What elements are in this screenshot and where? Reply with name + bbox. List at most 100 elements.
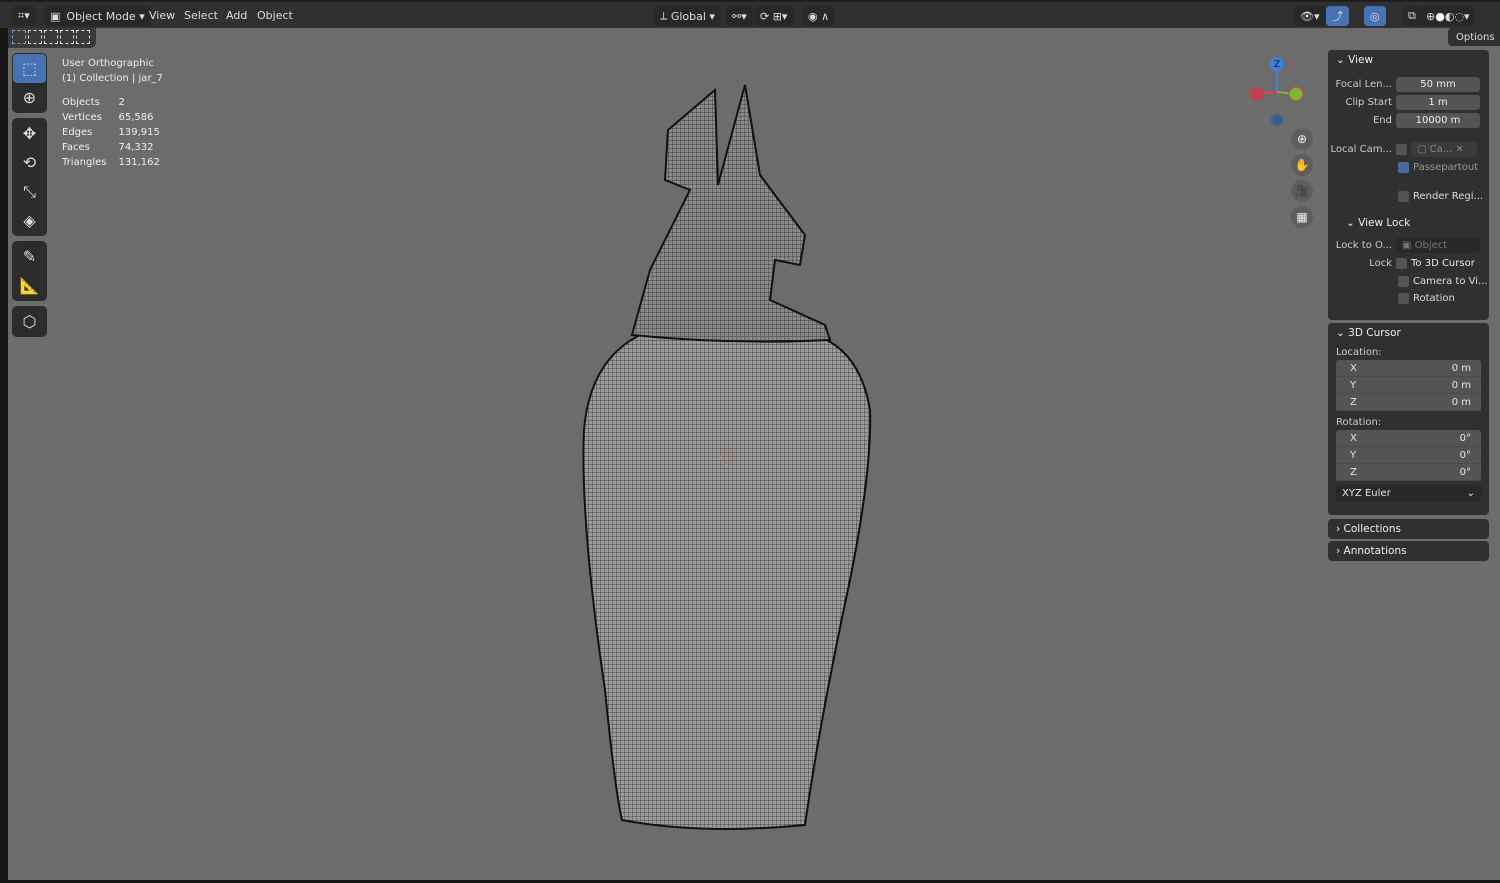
render-region-checkbox[interactable] [1398, 191, 1409, 202]
panel-title: Annotations [1343, 545, 1407, 557]
camera-view-icon[interactable]: 🎥 [1291, 180, 1313, 202]
rotation-x-field[interactable]: X 0° [1336, 430, 1481, 447]
add-cube-tool[interactable]: ⬡ [13, 307, 46, 336]
annotate-tool[interactable]: ✎ [13, 242, 46, 271]
cursor-tool[interactable]: ⊕ [13, 83, 46, 112]
xray-toggle[interactable]: ⧉ [1402, 6, 1422, 26]
overlay-toggle[interactable]: ◎ [1364, 6, 1386, 26]
stat-label: Triangles [62, 157, 107, 168]
pan-hand-icon[interactable]: ✋ [1291, 154, 1313, 176]
rotation-z-field[interactable]: Z 0° [1336, 464, 1481, 481]
orientation-dropdown[interactable]: ⟂ Global ▾ [654, 6, 721, 26]
stat-row: Triangles 131,162 [62, 155, 172, 170]
measure-tool[interactable]: 📐 [13, 271, 46, 300]
rotation-y-field[interactable]: Y 0° [1336, 447, 1481, 464]
selection-mode-buttons [8, 28, 96, 48]
orientation-label: Global [670, 9, 706, 23]
local-camera-field[interactable]: ▢ Ca... ✕ [1411, 142, 1477, 157]
stat-value: 131,162 [118, 157, 160, 168]
select-subtract-icon[interactable] [44, 30, 58, 44]
gizmo-x-axis [1250, 87, 1264, 101]
stat-value: 74,332 [118, 142, 154, 153]
mode-dropdown[interactable]: ▣ Object Mode ▾ [44, 6, 151, 26]
select-invert-icon[interactable] [60, 30, 74, 44]
axis-value: 0 m [1451, 362, 1471, 374]
material-shading-icon[interactable]: ◐ [1445, 10, 1455, 23]
pivot-dropdown[interactable]: ⚯▾ [726, 6, 753, 26]
axis-label: X [1350, 362, 1357, 374]
stat-label: Edges [62, 127, 93, 138]
move-tool[interactable]: ✥ [13, 119, 46, 148]
render-region-label: Render Regi... [1413, 191, 1484, 202]
stat-value: 65,586 [118, 112, 154, 123]
annotations-panel[interactable]: › Annotations [1328, 541, 1489, 561]
camera-to-view-label: Camera to Vi... [1413, 276, 1488, 287]
lock-rotation-checkbox[interactable] [1398, 293, 1409, 304]
location-x-field[interactable]: X 0 m [1336, 360, 1481, 377]
clip-start-field[interactable]: 1 m [1396, 95, 1480, 110]
navigation-gizmo[interactable]: Z [1245, 55, 1310, 130]
menu-object[interactable]: Object [257, 9, 293, 22]
stat-label: Objects [62, 97, 100, 108]
location-y-field[interactable]: Y 0 m [1336, 377, 1481, 394]
clip-end-field[interactable]: 10000 m [1396, 113, 1480, 128]
gizmo-toggle[interactable]: ⤴ [1326, 6, 1349, 26]
rotation-mode-dropdown[interactable]: XYZ Euler ⌄ [1336, 485, 1481, 502]
axis-label: Y [1350, 379, 1357, 391]
wireframe-shading-icon[interactable]: ⊕ [1426, 10, 1435, 23]
location-vector: X 0 m Y 0 m Z 0 m [1336, 360, 1481, 411]
menu-add[interactable]: Add [226, 9, 247, 22]
visibility-dropdown[interactable]: 👁▾ [1294, 6, 1326, 26]
local-camera-label: Local Cam... [1330, 144, 1392, 155]
ortho-grid-icon[interactable]: ▦ [1291, 206, 1313, 228]
snap-toggle[interactable]: ⟳ ⊞▾ [754, 6, 794, 26]
passepartout-label: Passepartout [1413, 162, 1479, 173]
location-label: Location: [1336, 347, 1382, 358]
rotate-tool[interactable]: ⟲ [13, 148, 46, 177]
gizmo-z-label: Z [1274, 60, 1280, 70]
proportional-edit-toggle[interactable]: ◉ ∧ [802, 6, 836, 26]
select-box-tool[interactable]: ⬚ [13, 54, 46, 83]
zoom-icon[interactable]: ⊕ [1291, 128, 1313, 150]
solid-shading-icon[interactable]: ● [1435, 10, 1445, 23]
axis-value: 0° [1459, 432, 1471, 444]
rotation-vector: X 0° Y 0° Z 0° [1336, 430, 1481, 481]
lock-to-cursor-checkbox[interactable] [1396, 258, 1407, 269]
menu-view[interactable]: View [149, 9, 175, 22]
menu-select[interactable]: Select [184, 9, 218, 22]
axis-value: 0 m [1451, 379, 1471, 391]
view-panel-header[interactable]: ⌄ View [1328, 50, 1489, 70]
collections-panel[interactable]: › Collections [1328, 519, 1489, 539]
rendered-shading-icon[interactable]: ◌ [1454, 10, 1464, 23]
passepartout-checkbox[interactable] [1398, 162, 1409, 173]
camera-to-view-checkbox[interactable] [1398, 276, 1409, 287]
collection-name: (1) Collection | jar_7 [62, 73, 163, 84]
view-lock-header[interactable]: ⌄ View Lock [1328, 213, 1489, 233]
gizmo-neg-z-axis [1271, 114, 1283, 126]
transform-tool[interactable]: ◈ [13, 206, 46, 235]
select-intersect-icon[interactable] [76, 30, 90, 44]
view-lock-title: View Lock [1358, 217, 1411, 229]
select-new-icon[interactable] [12, 30, 26, 44]
select-extend-icon[interactable] [28, 30, 42, 44]
local-camera-checkbox[interactable] [1396, 144, 1407, 155]
rotation-label: Rotation: [1336, 417, 1382, 428]
options-dropdown[interactable]: Options [1448, 28, 1500, 46]
object-icon: ▣ [50, 9, 61, 23]
cursor-panel-header[interactable]: ⌄ 3D Cursor [1328, 323, 1489, 343]
shading-modes[interactable]: ⊕ ● ◐ ◌ ▾ [1422, 6, 1474, 26]
local-camera-value: Ca... [1429, 144, 1453, 155]
editor-type-button[interactable]: ⌗▾ [12, 6, 36, 26]
view-name: User Orthographic [62, 58, 154, 69]
3d-viewport[interactable] [8, 28, 1500, 880]
chevron-down-icon: ⌄ [1466, 488, 1475, 499]
axis-value: 0 m [1451, 396, 1471, 408]
scene-statistics: Objects 2 Vertices 65,586 Edges 139,915 Fac… [62, 95, 172, 170]
lock-to-object-field[interactable]: ▣ Object [1396, 238, 1480, 253]
scale-tool[interactable]: ⤡ [13, 177, 46, 206]
focal-length-field[interactable]: 50 mm [1396, 77, 1480, 92]
location-z-field[interactable]: Z 0 m [1336, 394, 1481, 411]
axis-label: Z [1350, 466, 1357, 478]
gizmo-y-axis [1288, 86, 1304, 102]
stat-row: Edges 139,915 [62, 125, 172, 140]
